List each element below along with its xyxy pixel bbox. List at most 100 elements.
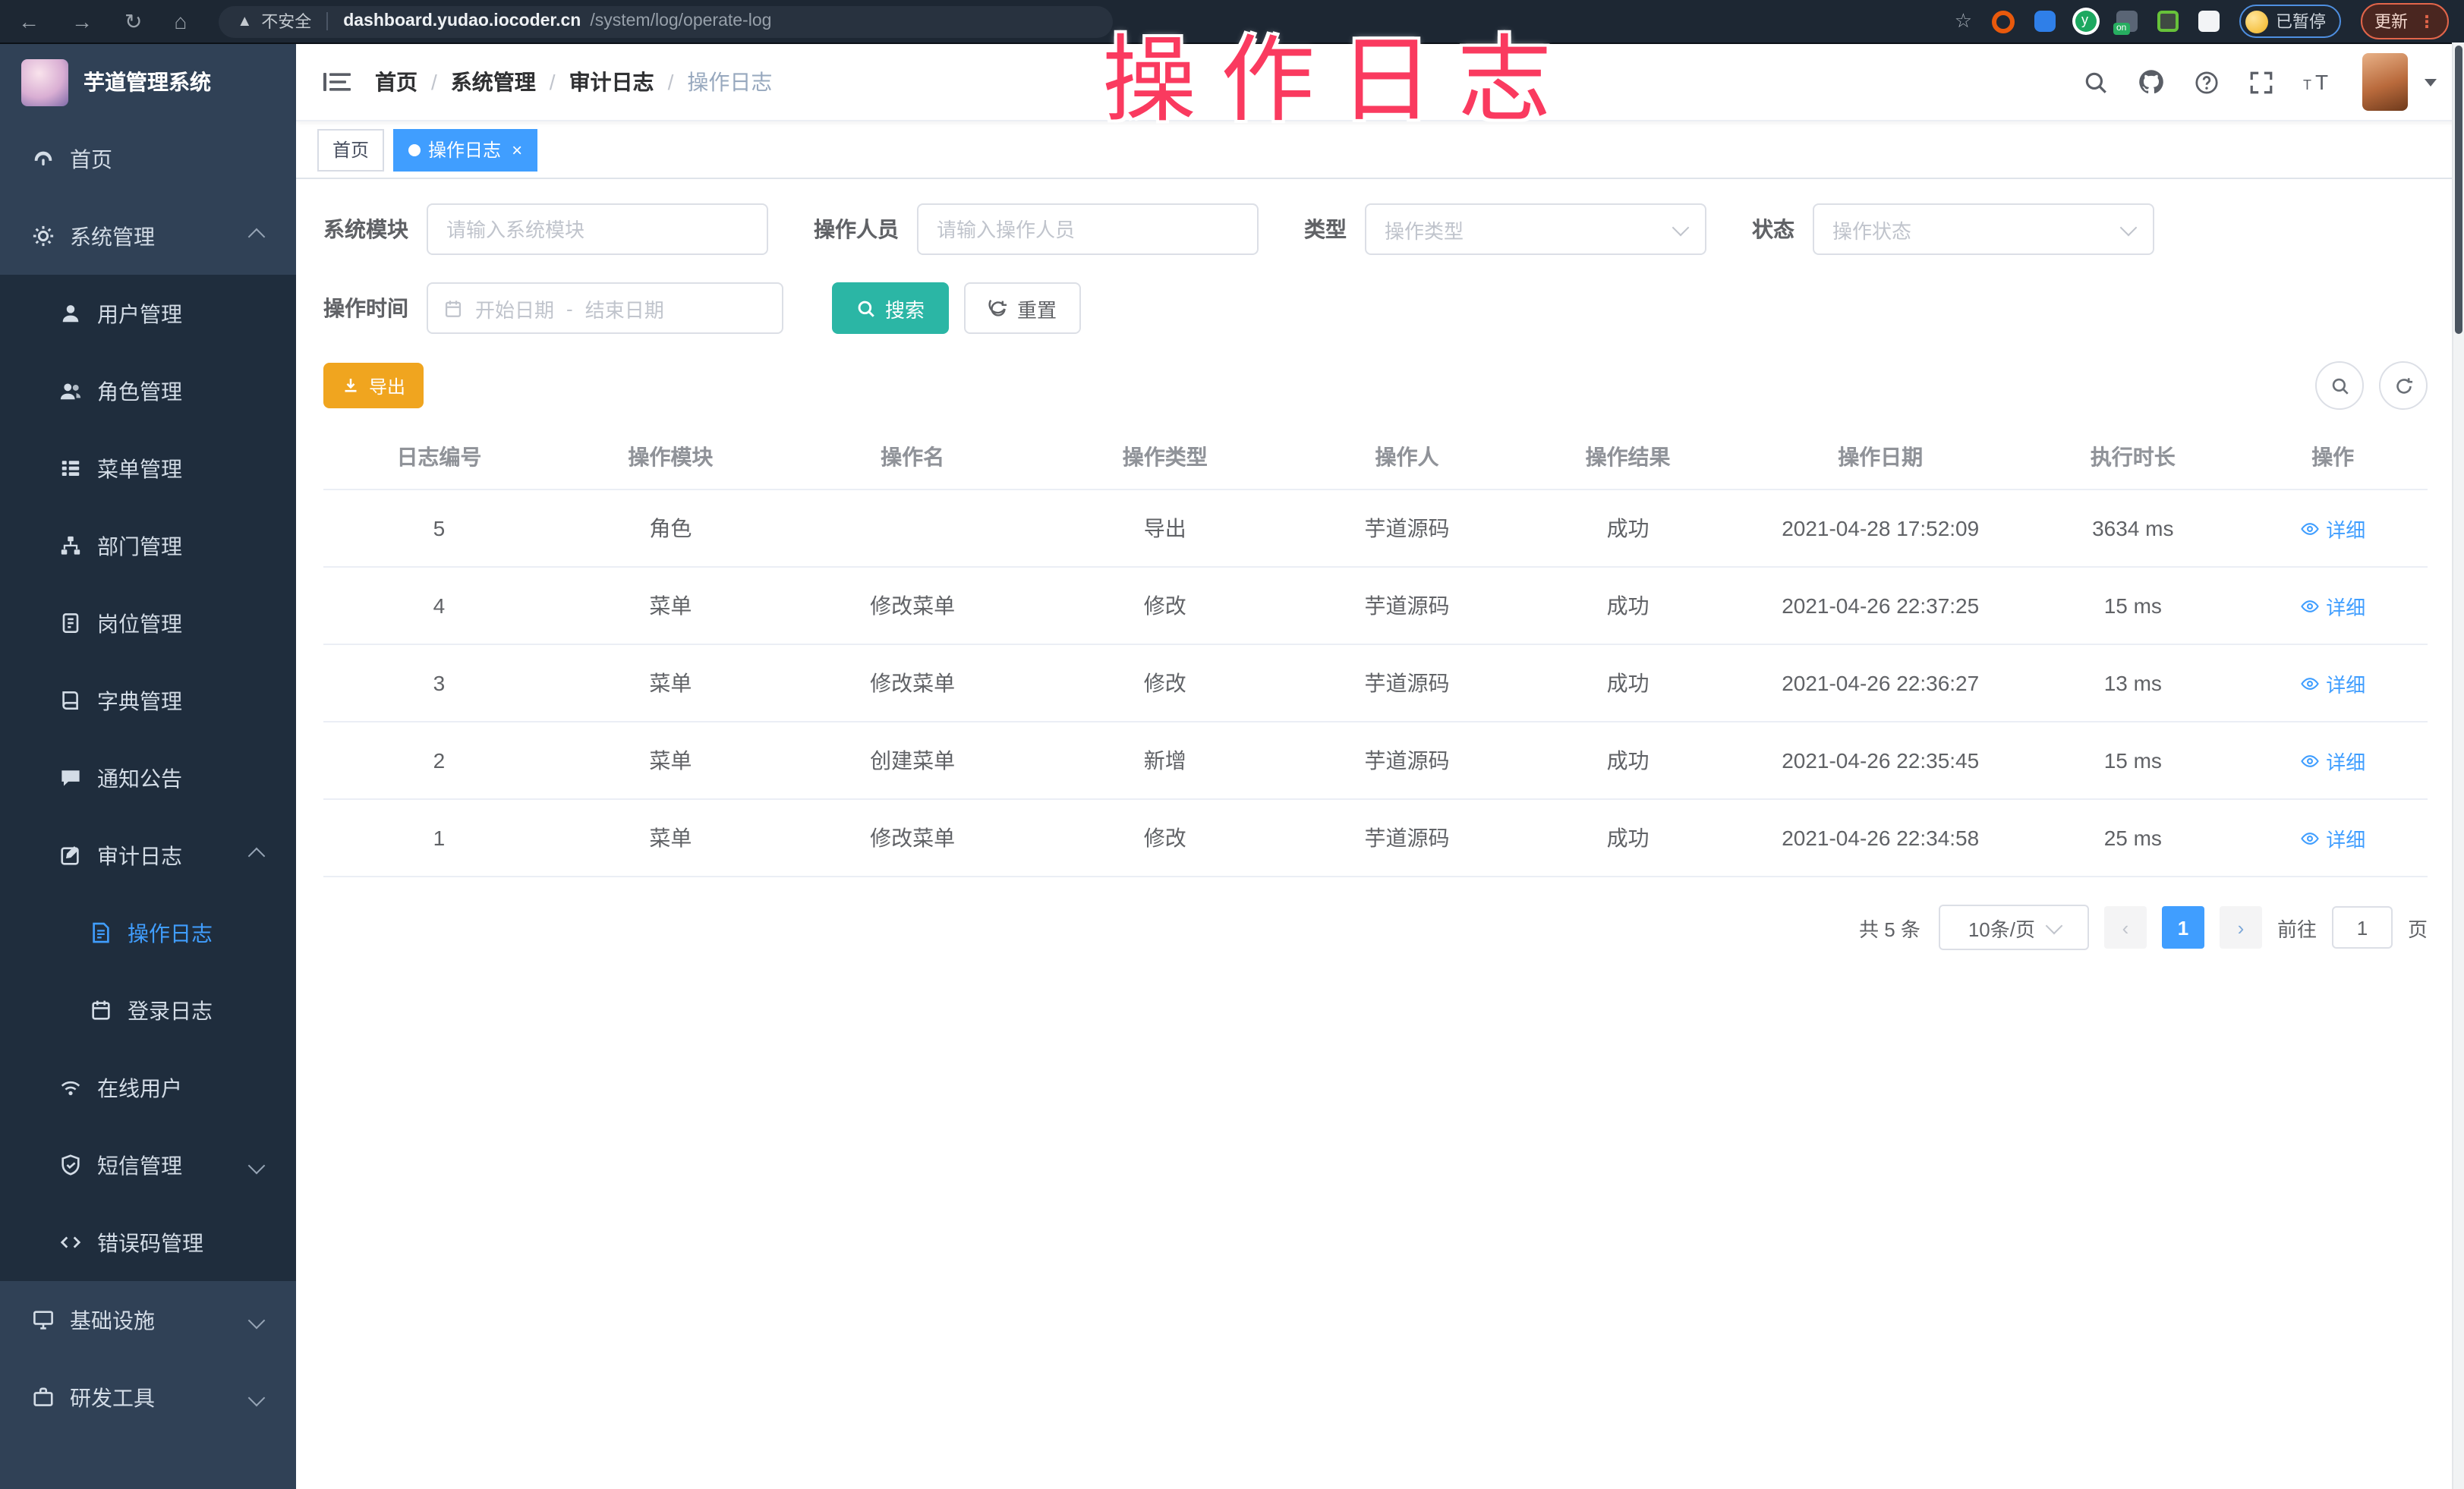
- col-header-id: 日志编号: [323, 425, 555, 490]
- table-row: 1 菜单 修改菜单 修改 芋道源码 成功 2021-04-26 22:34:58…: [323, 799, 2428, 877]
- toggle-search-button[interactable]: [2315, 361, 2364, 410]
- bookmark-star-icon[interactable]: ☆: [1955, 9, 1972, 33]
- browser-menu-icon[interactable]: ⋮: [2418, 11, 2435, 31]
- scrollbar-thumb[interactable]: [2455, 46, 2462, 334]
- extension-icon-blue[interactable]: [2034, 11, 2056, 32]
- sidebar-item-menu-mgmt[interactable]: 菜单管理: [0, 430, 296, 507]
- sidebar-item-sms-mgmt[interactable]: 短信管理: [0, 1126, 296, 1204]
- cell-id: 1: [323, 799, 555, 877]
- logo-image: [21, 58, 68, 105]
- sidebar-item-login-log[interactable]: 登录日志: [0, 971, 296, 1049]
- sidebar-item-notice[interactable]: 通知公告: [0, 739, 296, 817]
- cell-id: 4: [323, 567, 555, 644]
- extension-icon-leaf[interactable]: [2157, 11, 2179, 32]
- sidebar-item-audit-log[interactable]: 审计日志: [0, 817, 296, 894]
- fullscreen-icon[interactable]: [2248, 69, 2274, 95]
- page-unit-label: 页: [2408, 913, 2428, 942]
- dashboard-icon: [30, 146, 55, 171]
- sidebar-item-dev-tools[interactable]: 研发工具: [0, 1358, 296, 1436]
- tab-operate-log[interactable]: 操作日志 ×: [393, 128, 537, 171]
- calendar-icon: [443, 298, 463, 318]
- breadcrumb-item[interactable]: 首页: [375, 67, 417, 97]
- sidebar-item-dict-mgmt[interactable]: 字典管理: [0, 662, 296, 739]
- breadcrumb-item[interactable]: 审计日志: [569, 67, 654, 97]
- help-icon[interactable]: [2194, 69, 2220, 95]
- detail-link[interactable]: 详细: [2300, 591, 2365, 620]
- sidebar-item-label: 通知公告: [97, 763, 182, 793]
- sidebar-item-home[interactable]: 首页: [0, 120, 296, 197]
- forward-icon[interactable]: →: [71, 11, 93, 32]
- sidebar-item-role-mgmt[interactable]: 角色管理: [0, 352, 296, 430]
- search-icon[interactable]: [2083, 69, 2109, 95]
- address-bar[interactable]: ▲ 不安全 dashboard.yudao.iocoder.cn/system/…: [219, 5, 1113, 37]
- browser-update-button[interactable]: 更新 ⋮: [2361, 3, 2449, 39]
- sidebar-item-errcode-mgmt[interactable]: 错误码管理: [0, 1204, 296, 1281]
- sidebar-item-dept-mgmt[interactable]: 部门管理: [0, 507, 296, 584]
- detail-link[interactable]: 详细: [2300, 514, 2365, 543]
- close-tab-icon[interactable]: ×: [512, 139, 522, 160]
- back-icon[interactable]: ←: [18, 11, 39, 32]
- search-button[interactable]: 搜索: [832, 282, 949, 334]
- cell-module: 菜单: [555, 644, 786, 722]
- profile-paused-badge[interactable]: 已暂停: [2239, 5, 2341, 38]
- sidebar-item-post-mgmt[interactable]: 岗位管理: [0, 584, 296, 662]
- extensions-puzzle-icon[interactable]: [2198, 11, 2220, 32]
- active-tab-dot: [408, 143, 421, 156]
- monitor-icon: [30, 1308, 55, 1332]
- sidebar-item-label: 登录日志: [128, 995, 213, 1025]
- detail-link[interactable]: 详细: [2300, 669, 2365, 697]
- breadcrumb-item[interactable]: 系统管理: [451, 67, 536, 97]
- url-divider: [326, 12, 328, 30]
- sidebar-item-system[interactable]: 系统管理: [0, 197, 296, 275]
- sidebar-item-infra[interactable]: 基础设施: [0, 1281, 296, 1358]
- refresh-button[interactable]: [2379, 361, 2428, 410]
- extension-icon-gray[interactable]: on: [2116, 11, 2138, 32]
- wifi-icon: [58, 1075, 82, 1100]
- url-path: /system/log/operate-log: [590, 12, 771, 30]
- prev-page-button[interactable]: ‹: [2104, 906, 2147, 949]
- user-avatar[interactable]: [2362, 53, 2408, 111]
- cell-module: 菜单: [555, 799, 786, 877]
- operator-input[interactable]: [917, 203, 1259, 255]
- page-size-select[interactable]: 10条/页: [1939, 905, 2089, 950]
- not-secure-warning-icon: ▲: [237, 13, 252, 30]
- detail-link[interactable]: 详细: [2300, 746, 2365, 775]
- chevron-up-icon: [248, 228, 266, 245]
- cell-id: 3: [323, 644, 555, 722]
- reset-button[interactable]: 重置: [964, 282, 1081, 334]
- col-header-actions: 操作: [2238, 425, 2428, 490]
- cell-type: 新增: [1038, 722, 1291, 799]
- next-page-button[interactable]: ›: [2220, 906, 2262, 949]
- date-range-picker[interactable]: 开始日期 - 结束日期: [427, 282, 783, 334]
- paused-label: 已暂停: [2276, 9, 2326, 33]
- gear-icon: [30, 224, 55, 248]
- reload-icon[interactable]: ↻: [124, 11, 142, 32]
- sidebar-item-label: 审计日志: [97, 840, 182, 870]
- status-select[interactable]: 操作状态: [1813, 203, 2154, 255]
- sidebar-item-user-mgmt[interactable]: 用户管理: [0, 275, 296, 352]
- extension-icon-green-y[interactable]: [2075, 11, 2097, 32]
- type-select[interactable]: 操作类型: [1365, 203, 1706, 255]
- page-scrollbar[interactable]: [2452, 42, 2464, 1489]
- sidebar-toggle-icon[interactable]: [323, 70, 351, 94]
- detail-link[interactable]: 详细: [2300, 823, 2365, 852]
- github-icon[interactable]: [2138, 68, 2165, 96]
- cell-date: 2021-04-26 22:35:45: [1733, 722, 2028, 799]
- font-size-icon[interactable]: TT: [2303, 70, 2333, 94]
- home-icon[interactable]: ⌂: [174, 11, 187, 32]
- detail-link-label: 详细: [2326, 823, 2365, 852]
- sidebar-item-online-users[interactable]: 在线用户: [0, 1049, 296, 1126]
- avatar-caret-down-icon[interactable]: [2425, 78, 2437, 86]
- date-separator: -: [566, 297, 573, 320]
- module-input[interactable]: [427, 203, 768, 255]
- export-button[interactable]: 导出: [323, 363, 424, 408]
- extension-icon-orange-ring[interactable]: [1992, 10, 2015, 33]
- chevron-down-icon: [248, 1311, 266, 1329]
- page-number-button[interactable]: 1: [2162, 906, 2204, 949]
- cell-date: 2021-04-26 22:37:25: [1733, 567, 2028, 644]
- end-date-placeholder: 结束日期: [585, 294, 664, 323]
- sidebar-item-operate-log[interactable]: 操作日志: [0, 894, 296, 971]
- org-tree-icon: [58, 534, 82, 558]
- tab-home[interactable]: 首页: [317, 128, 384, 171]
- goto-page-input[interactable]: [2332, 906, 2393, 949]
